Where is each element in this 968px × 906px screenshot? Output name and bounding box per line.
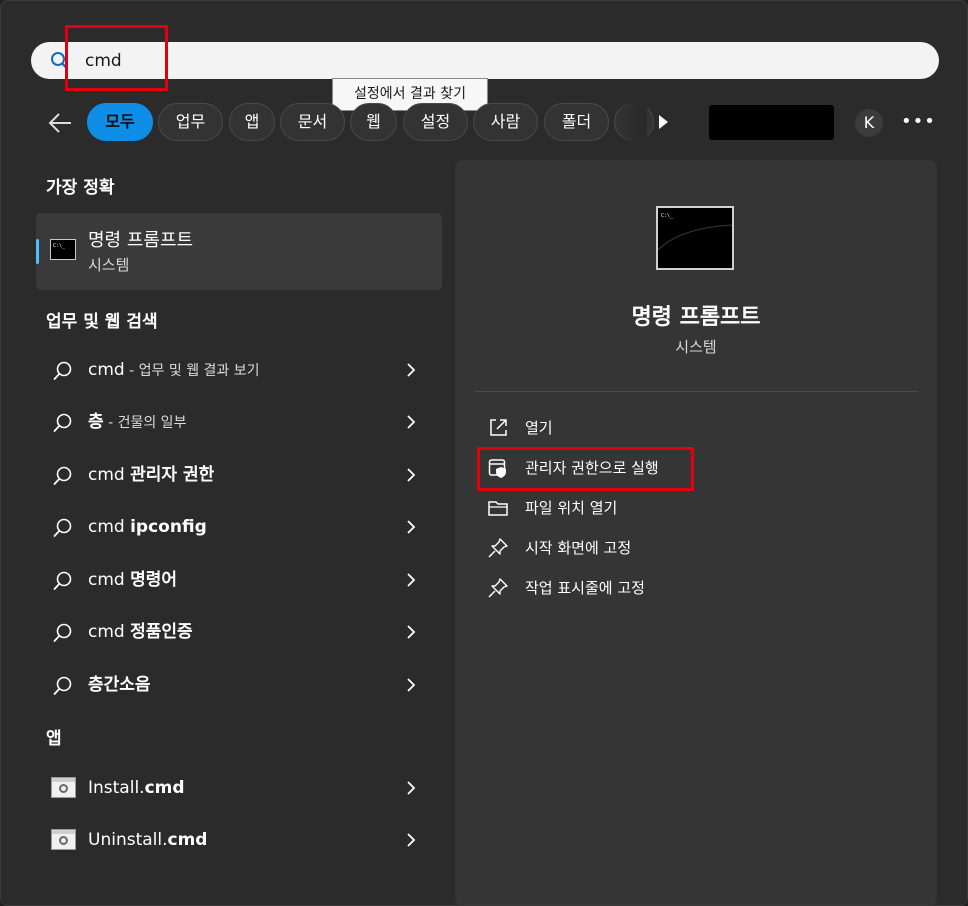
shield-window-icon	[487, 457, 509, 479]
best-match-item[interactable]: C:\_ 명령 프롬프트 시스템	[36, 213, 442, 290]
command-prompt-icon: C:\_	[656, 206, 734, 270]
filter-web[interactable]: 웹	[350, 103, 397, 141]
best-match-name: 명령 프롬프트	[88, 230, 194, 251]
web-result-text: cmd - 업무 및 웹 결과 보기	[88, 360, 260, 380]
open-external-icon	[487, 417, 509, 439]
filter-all[interactable]: 모두	[87, 103, 153, 141]
filter-documents[interactable]: 문서	[280, 103, 345, 141]
redacted-area	[709, 105, 834, 140]
search-icon	[52, 622, 74, 644]
web-result-text: cmd 정품인증	[88, 622, 193, 642]
web-result-row[interactable]: cmd ipconfig	[36, 505, 442, 549]
action-open-file-location[interactable]: 파일 위치 열기	[477, 488, 897, 528]
detail-subtitle: 시스템	[675, 338, 717, 356]
search-icon	[52, 360, 74, 382]
filter-people[interactable]: 사람	[473, 103, 538, 141]
web-result-row[interactable]: cmd - 업무 및 웹 결과 보기	[36, 348, 442, 392]
search-icon	[49, 51, 69, 71]
installer-app-icon	[51, 777, 76, 798]
app-result-text: Install.cmd	[88, 778, 185, 798]
web-result-text: cmd 관리자 권한	[88, 465, 215, 485]
divider	[475, 391, 918, 392]
action-pin-start[interactable]: 시작 화면에 고정	[477, 528, 897, 568]
arrow-left-icon	[48, 113, 71, 133]
back-button[interactable]	[43, 107, 79, 139]
start-search-window: 설정에서 결과 찾기 모두 업무 앱 문서 웹 설정 사람 폴더 K ••• 가…	[0, 0, 968, 906]
web-search-heading: 업무 및 웹 검색	[46, 312, 158, 332]
search-icon	[52, 570, 74, 592]
filter-settings[interactable]: 설정	[403, 103, 468, 141]
web-result-row[interactable]: cmd 관리자 권한	[36, 453, 442, 497]
best-match-heading: 가장 정확	[46, 178, 115, 198]
web-result-row[interactable]: cmd 정품인증	[36, 610, 442, 654]
folder-icon	[487, 497, 509, 519]
best-match-type: 시스템	[88, 256, 130, 274]
pin-icon	[487, 577, 509, 599]
action-open[interactable]: 열기	[477, 408, 897, 448]
chevron-right-icon[interactable]	[402, 623, 420, 641]
detail-panel: C:\_ 명령 프롬프트 시스템 열기 관리자 권한으로 실행 파일 위치 열기…	[455, 160, 937, 905]
web-result-text: cmd 명령어	[88, 570, 178, 590]
search-icon	[52, 465, 74, 487]
chevron-right-icon[interactable]	[402, 571, 420, 589]
app-result-row[interactable]: Uninstall.cmd	[36, 818, 442, 862]
chevron-right-icon[interactable]	[402, 779, 420, 797]
web-result-text: cmd ipconfig	[88, 517, 207, 537]
search-bar[interactable]	[31, 42, 939, 79]
chevron-right-icon[interactable]	[402, 831, 420, 849]
action-pin-taskbar[interactable]: 작업 표시줄에 고정	[477, 568, 897, 608]
web-result-text: 층간소음	[88, 675, 151, 695]
selection-indicator	[36, 239, 39, 264]
detail-title: 명령 프롬프트	[631, 305, 761, 330]
web-result-text: 층 - 건물의 일부	[88, 412, 187, 432]
pin-icon	[487, 537, 509, 559]
app-result-text: Uninstall.cmd	[88, 830, 208, 850]
web-result-row[interactable]: cmd 명령어	[36, 558, 442, 602]
svg-text:C:\_: C:\_	[661, 213, 674, 219]
chevron-right-icon[interactable]	[402, 466, 420, 484]
app-result-row[interactable]: Install.cmd	[36, 766, 442, 810]
filter-work[interactable]: 업무	[158, 103, 223, 141]
action-run-as-admin[interactable]: 관리자 권한으로 실행	[477, 448, 897, 488]
search-icon	[52, 412, 74, 434]
search-input[interactable]	[85, 42, 685, 79]
search-icon	[52, 675, 74, 697]
filter-apps[interactable]: 앱	[229, 103, 275, 141]
chevron-right-icon[interactable]	[402, 676, 420, 694]
filter-folders[interactable]: 폴더	[544, 103, 609, 141]
scroll-filters-button[interactable]	[647, 107, 679, 137]
play-right-icon	[659, 115, 668, 129]
search-icon	[52, 517, 74, 539]
chevron-right-icon[interactable]	[402, 413, 420, 431]
chevron-right-icon[interactable]	[402, 518, 420, 536]
web-result-row[interactable]: 층간소음	[36, 663, 442, 707]
web-result-row[interactable]: 층 - 건물의 일부	[36, 400, 442, 444]
apps-heading: 앱	[46, 729, 62, 749]
chevron-right-icon[interactable]	[402, 361, 420, 379]
installer-app-icon	[51, 829, 76, 850]
command-prompt-icon: C:\_	[50, 239, 76, 260]
chip-fade	[617, 101, 647, 143]
account-avatar[interactable]: K	[855, 109, 883, 137]
svg-text:C:\_: C:\_	[53, 243, 66, 249]
more-options-icon[interactable]: •••	[901, 109, 935, 137]
